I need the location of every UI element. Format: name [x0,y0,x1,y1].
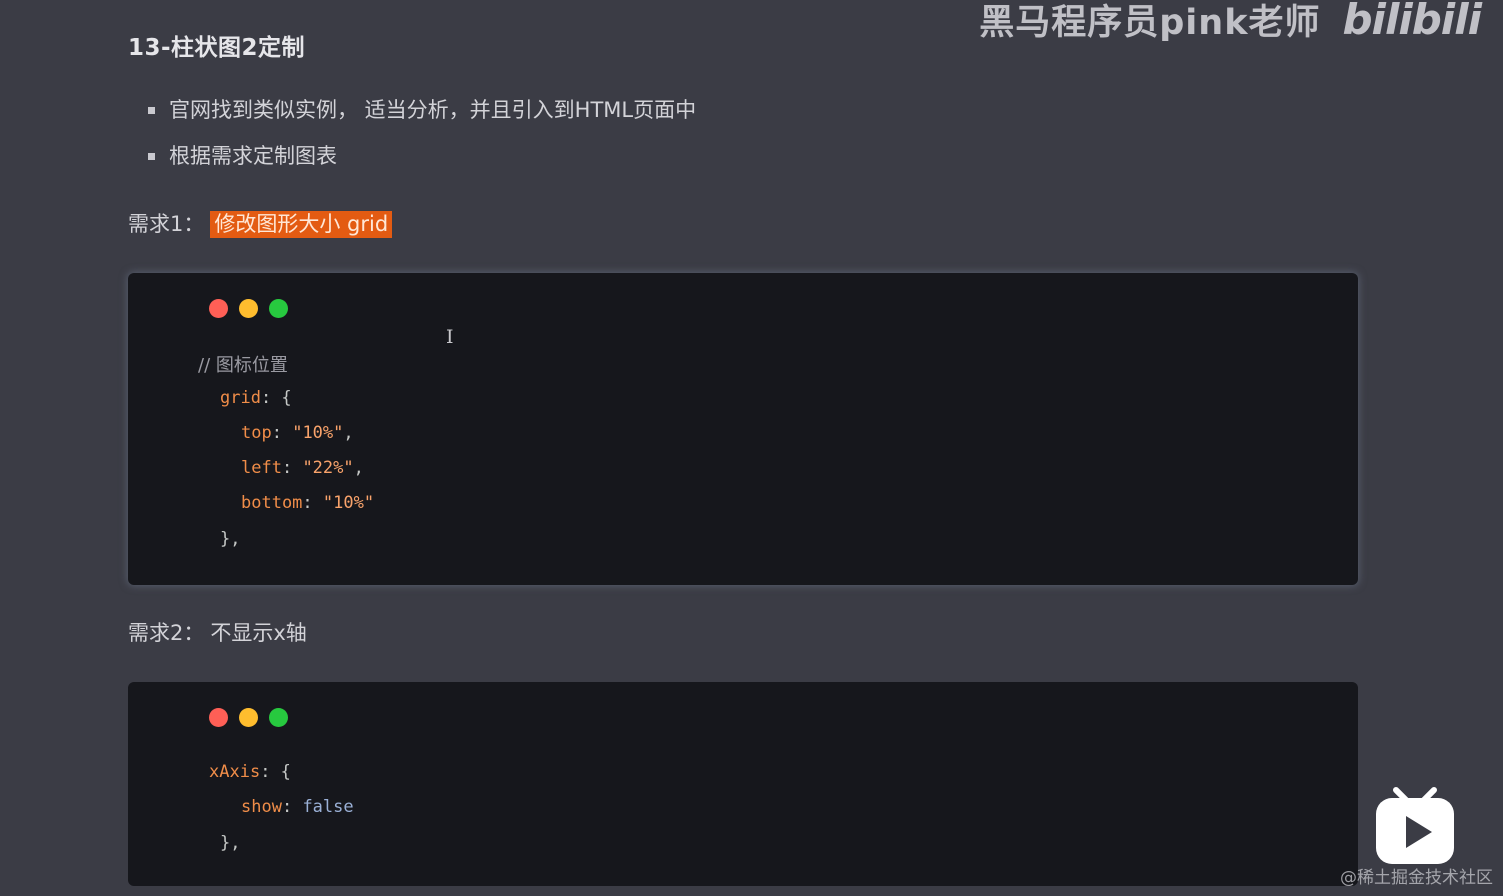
bullet-text: 根据需求定制图表 [169,144,337,168]
channel-watermark: 黑马程序员pink老师 bilibili [979,0,1482,45]
requirement-2: 需求2： 不显示x轴 [128,617,307,647]
text-cursor-icon: I [446,326,454,348]
minimize-dot-icon [239,708,258,727]
bilibili-play-icon[interactable] [1374,786,1456,866]
close-dot-icon [209,708,228,727]
code-key-bottom: bottom [241,493,303,513]
bullet-text: 官网找到类似实例， 适当分析，并且引入到HTML页面中 [169,98,697,122]
bullet-list: 官网找到类似实例， 适当分析，并且引入到HTML页面中 根据需求定制图表 [148,92,696,184]
code-value-show: false [302,797,354,817]
requirement-1-highlight: 修改图形大小 grid [210,211,393,238]
requirement-2-text: 不显示x轴 [210,621,307,645]
code-value-bottom: "10%" [322,493,375,513]
code-block-xaxis: xAxis: { show: false }, [128,682,1358,886]
code-close-brace: }, [220,833,241,853]
code-key-grid: grid [220,388,261,408]
bullet-icon [148,107,155,114]
window-controls [209,299,288,318]
footer-credit: @稀土掘金技术社区 [1340,868,1493,888]
code-open-brace: : { [260,762,291,782]
code-line-show: show: false [241,797,354,817]
requirement-1: 需求1： 修改图形大小 grid [128,208,393,238]
code-key-show: show [241,797,282,817]
code-comma: , [343,423,354,443]
code-block-grid: // 图标位置 grid: { top: "10%", left: "22%",… [128,273,1358,585]
maximize-dot-icon [269,708,288,727]
code-open-brace: : { [260,388,292,408]
bullet-icon [148,153,155,160]
code-colon: : [281,458,303,478]
maximize-dot-icon [269,299,288,318]
page: 黑马程序员pink老师 bilibili 13-柱状图2定制 官网找到类似实例，… [0,0,1503,896]
code-close-brace: }, [220,529,241,549]
watermark-channel-name: 黑马程序员pink老师 [979,3,1321,43]
requirement-2-label: 需求2： [128,621,205,645]
code-key-xaxis: xAxis [209,762,261,782]
list-item: 根据需求定制图表 [148,138,696,184]
code-comment: // 图标位置 [198,355,288,376]
code-line-grid: grid: { [220,388,292,408]
code-key-left: left [241,458,282,478]
minimize-dot-icon [239,299,258,318]
window-controls [209,708,288,727]
requirement-1-label: 需求1： [128,212,205,236]
code-colon: : [281,797,303,817]
code-line-bottom: bottom: "10%" [241,493,374,513]
list-item: 官网找到类似实例， 适当分析，并且引入到HTML页面中 [148,92,696,138]
code-key-top: top [241,423,272,443]
close-dot-icon [209,299,228,318]
code-comma: , [353,458,364,478]
code-line-xaxis: xAxis: { [209,762,291,782]
code-colon: : [302,493,323,513]
code-colon: : [271,423,293,443]
code-value-top: "10%" [292,423,344,443]
code-value-left: "22%" [302,458,354,478]
code-line-top: top: "10%", [241,423,354,443]
bilibili-logo: bilibili [1342,0,1482,44]
section-title: 13-柱状图2定制 [128,35,306,61]
code-line-left: left: "22%", [241,458,364,478]
